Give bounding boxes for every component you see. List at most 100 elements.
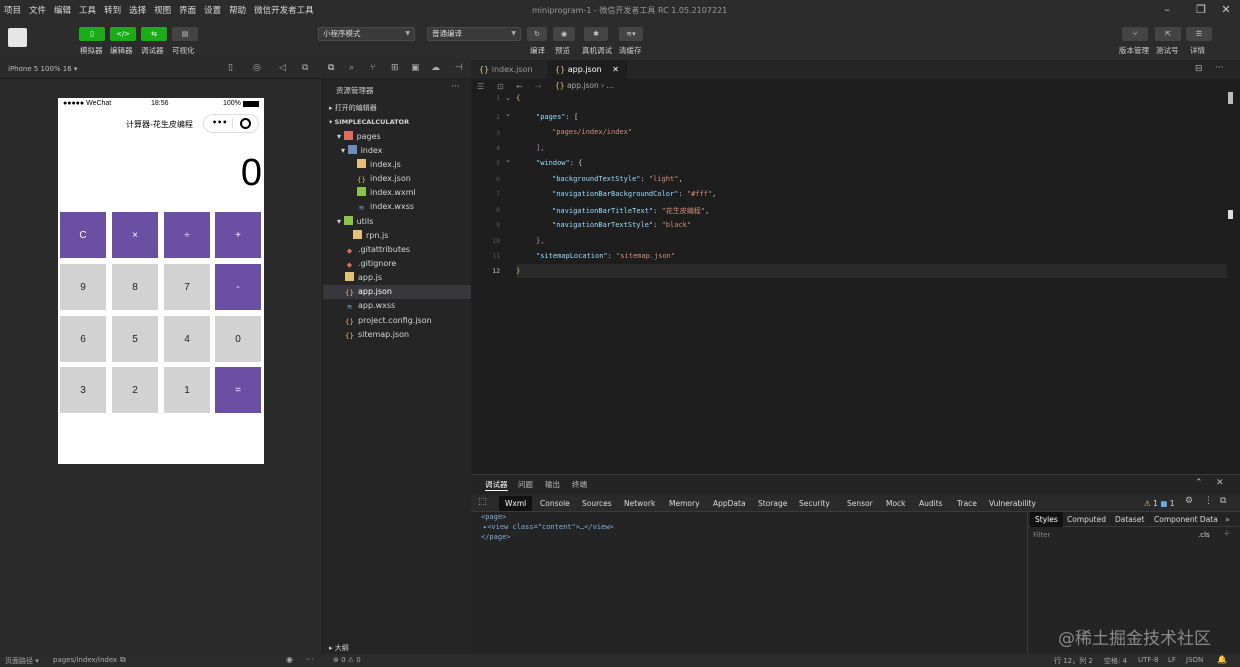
fold-icon[interactable]: ⌄ bbox=[505, 110, 511, 118]
phone-icon[interactable]: ▯ bbox=[228, 63, 233, 73]
chevron-up-icon[interactable]: ⌃ bbox=[1195, 478, 1203, 488]
panel-tab-audits[interactable]: Audits bbox=[919, 496, 943, 511]
code-line-6[interactable]: "backgroundTextStyle": "light", bbox=[552, 175, 683, 183]
minimize-icon[interactable]: – bbox=[1160, 3, 1174, 17]
menu-interface[interactable]: 界面 bbox=[175, 4, 200, 16]
tab-terminal[interactable]: 终端 bbox=[572, 479, 587, 490]
warning-badge[interactable]: ⚠ 1 ■ 1 bbox=[1144, 496, 1175, 511]
code-line-4[interactable]: ], bbox=[536, 144, 544, 152]
problems-count[interactable]: ⊗ 0 ⚠ 0 bbox=[333, 656, 361, 664]
key-equals[interactable]: = bbox=[215, 367, 261, 413]
split-icon[interactable]: ⊣ bbox=[455, 63, 463, 73]
panel-tab-storage[interactable]: Storage bbox=[758, 496, 787, 511]
code-line-12[interactable]: } bbox=[516, 267, 520, 275]
code-line-1[interactable]: { bbox=[516, 94, 520, 102]
panel-tab-network[interactable]: Network bbox=[624, 496, 655, 511]
code-line-9[interactable]: "navigationBarTextStyle": "black" bbox=[552, 221, 691, 229]
tree-index-json[interactable]: {} index.json bbox=[357, 172, 411, 186]
visual-toggle[interactable]: ▤ bbox=[172, 27, 198, 41]
tab-component-data[interactable]: Component Data bbox=[1154, 512, 1218, 527]
tab-problems[interactable]: 问题 bbox=[518, 479, 533, 490]
close-mini-icon[interactable] bbox=[240, 118, 251, 129]
panel-tab-console[interactable]: Console bbox=[540, 496, 570, 511]
tab-styles[interactable]: Styles bbox=[1030, 512, 1063, 527]
open-editors[interactable]: ▸ 打开的编辑器 bbox=[329, 101, 377, 115]
code-line-2[interactable]: "pages": [ bbox=[536, 113, 578, 121]
debugger-toggle[interactable]: ⇆ bbox=[141, 27, 167, 41]
tree-gitignore[interactable]: ◆ .gitignore bbox=[345, 257, 396, 271]
key-divide[interactable]: ÷ bbox=[164, 212, 210, 258]
preview-button[interactable]: ◉ bbox=[553, 27, 575, 41]
menu-goto[interactable]: 转到 bbox=[100, 4, 125, 16]
capsule-menu[interactable]: ••• bbox=[203, 114, 259, 133]
avatar[interactable] bbox=[8, 28, 27, 47]
tree-rpn-js[interactable]: rpn.js bbox=[353, 229, 388, 243]
cloud-icon[interactable]: ☁ bbox=[431, 63, 440, 73]
cls-toggle[interactable]: .cls bbox=[1198, 531, 1210, 539]
menu-project[interactable]: 项目 bbox=[0, 4, 25, 16]
close-panel-icon[interactable]: ✕ bbox=[1216, 478, 1224, 488]
tree-index-js[interactable]: index.js bbox=[357, 158, 401, 172]
cursor-position[interactable]: 行 12，列 2 bbox=[1054, 656, 1093, 666]
code-line-10[interactable]: }, bbox=[536, 237, 544, 245]
code-line-8[interactable]: "navigationBarTitleText": "花生皮编程", bbox=[552, 206, 709, 216]
more-icon[interactable]: ··· bbox=[1215, 63, 1224, 73]
list-icon[interactable]: ☰ bbox=[477, 82, 484, 91]
key-2[interactable]: 2 bbox=[112, 367, 158, 413]
key-3[interactable]: 3 bbox=[60, 367, 106, 413]
page-path-label[interactable]: 页面路径 ▾ bbox=[5, 656, 39, 666]
forward-icon[interactable]: → bbox=[535, 82, 542, 91]
encoding[interactable]: UTF-8 bbox=[1138, 656, 1158, 664]
record-icon[interactable]: ◎ bbox=[253, 63, 261, 73]
dom-node-view[interactable]: ▸<view class="content">…</view> bbox=[481, 523, 614, 531]
panel-tab-vulnerability[interactable]: Vulnerability bbox=[989, 496, 1036, 511]
tab-index-json[interactable]: {} index.json bbox=[471, 60, 541, 79]
panel-tab-security[interactable]: Security bbox=[799, 496, 830, 511]
git-icon[interactable]: ⑂ bbox=[370, 63, 375, 73]
menu-settings[interactable]: 设置 bbox=[200, 4, 225, 16]
tab-debugger[interactable]: 调试器 bbox=[485, 479, 508, 491]
add-rule-icon[interactable]: + bbox=[1223, 529, 1231, 539]
code-line-7[interactable]: "navigationBarBackgroundColor": "#fff", bbox=[552, 190, 716, 198]
dom-node-page-open[interactable]: <page> bbox=[481, 513, 614, 521]
tree-gitattributes[interactable]: ◆ .gitattributes bbox=[345, 243, 410, 257]
back-icon[interactable]: ← bbox=[516, 82, 523, 91]
search-icon[interactable]: ⌕ bbox=[349, 63, 354, 73]
menu-devtools[interactable]: 微信开发者工具 bbox=[250, 4, 318, 16]
project-root[interactable]: ▾ SIMPLECALCULATOR bbox=[329, 115, 409, 129]
key-4[interactable]: 4 bbox=[164, 316, 210, 362]
more-icon[interactable]: ··· bbox=[306, 655, 314, 664]
panel-tab-appdata[interactable]: AppData bbox=[713, 496, 746, 511]
menu-file[interactable]: 文件 bbox=[25, 4, 50, 16]
panel-tab-memory[interactable]: Memory bbox=[669, 496, 700, 511]
simulator-toggle[interactable]: ▯ bbox=[79, 27, 105, 41]
key-8[interactable]: 8 bbox=[112, 264, 158, 310]
dock-icon[interactable]: ⧉ bbox=[1220, 496, 1226, 506]
key-6[interactable]: 6 bbox=[60, 316, 106, 362]
scrollbar-thumb[interactable] bbox=[1228, 92, 1233, 104]
more-icon[interactable]: ··· bbox=[451, 82, 460, 92]
pop-out-icon[interactable]: ⧉ bbox=[302, 63, 308, 73]
realdevice-button[interactable]: ✱ bbox=[584, 27, 608, 41]
compile-button[interactable]: ↻ bbox=[527, 27, 547, 41]
tab-dataset[interactable]: Dataset bbox=[1115, 512, 1144, 527]
menu-view[interactable]: 视图 bbox=[150, 4, 175, 16]
panel-tab-wxml[interactable]: Wxml bbox=[499, 496, 533, 511]
key-5[interactable]: 5 bbox=[112, 316, 158, 362]
tree-app-js[interactable]: app.js bbox=[345, 271, 382, 285]
clearcache-button[interactable]: ≋▾ bbox=[619, 27, 643, 41]
tree-pages[interactable]: ▾ pages bbox=[337, 130, 381, 144]
bookmark-icon[interactable]: ⊡ bbox=[497, 82, 504, 91]
fold-icon[interactable]: ⌄ bbox=[505, 156, 511, 164]
close-icon[interactable]: ✕ bbox=[1219, 3, 1233, 17]
details-button[interactable]: ☰ bbox=[1186, 27, 1212, 41]
eye-icon[interactable]: ◉ bbox=[286, 655, 293, 664]
tab-computed[interactable]: Computed bbox=[1067, 512, 1106, 527]
compile-select[interactable]: 普通编译 ▼ bbox=[427, 27, 521, 41]
version-button[interactable]: ⑂ bbox=[1122, 27, 1148, 41]
indent-setting[interactable]: 空格: 4 bbox=[1104, 656, 1127, 666]
filter-input[interactable]: Filter bbox=[1033, 531, 1050, 539]
panel-tab-mock[interactable]: Mock bbox=[886, 496, 906, 511]
files-icon[interactable]: ⧉ bbox=[328, 63, 334, 73]
menu-tools[interactable]: 工具 bbox=[75, 4, 100, 16]
